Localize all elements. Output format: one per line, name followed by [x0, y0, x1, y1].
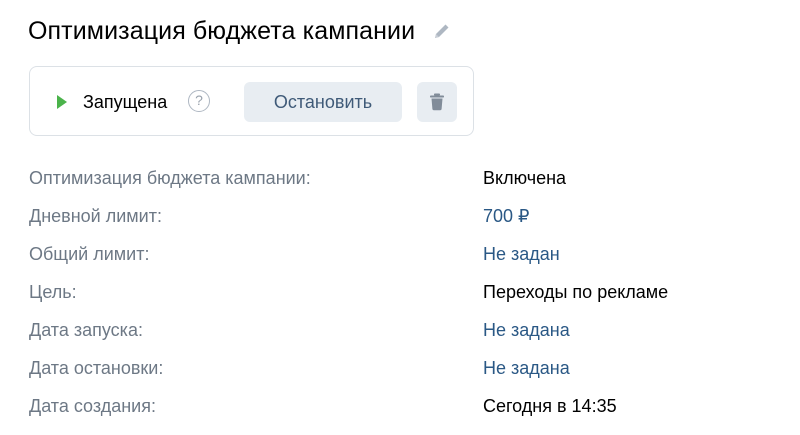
play-icon: [57, 95, 67, 109]
stop-date-link[interactable]: Не задана: [483, 357, 570, 379]
detail-row-daily-limit: Дневной лимит: 700 ₽: [29, 197, 769, 235]
detail-label: Дата создания:: [29, 396, 156, 416]
detail-row-total-limit: Общий лимит: Не задан: [29, 235, 769, 273]
delete-button[interactable]: [417, 82, 457, 122]
detail-row-budget-optimization: Оптимизация бюджета кампании: Включена: [29, 159, 769, 197]
detail-row-created-date: Дата создания: Сегодня в 14:35: [29, 387, 769, 425]
detail-label: Оптимизация бюджета кампании:: [29, 168, 311, 188]
page-title: Оптимизация бюджета кампании: [28, 16, 416, 45]
detail-value: Включена: [483, 168, 567, 188]
edit-title-button[interactable]: [431, 20, 453, 42]
start-date-link[interactable]: Не задана: [483, 319, 570, 341]
trash-icon: [430, 93, 444, 111]
detail-label: Дата запуска:: [29, 320, 143, 340]
detail-row-stop-date: Дата остановки: Не задана: [29, 349, 769, 387]
detail-value: Сегодня в 14:35: [483, 396, 617, 416]
daily-limit-link[interactable]: 700 ₽: [483, 205, 530, 227]
detail-label: Дата остановки:: [29, 358, 164, 378]
status-label: Запущена: [83, 92, 168, 112]
campaign-status-card: Запущена ? Остановить: [29, 66, 474, 136]
detail-value: Переходы по рекламе: [483, 282, 669, 302]
total-limit-link[interactable]: Не задан: [483, 243, 560, 265]
help-icon[interactable]: ?: [188, 90, 210, 112]
page-header: Оптимизация бюджета кампании: [28, 14, 453, 48]
detail-label: Общий лимит:: [29, 244, 150, 264]
detail-row-start-date: Дата запуска: Не задана: [29, 311, 769, 349]
detail-row-goal: Цель: Переходы по рекламе: [29, 273, 769, 311]
campaign-details: Оптимизация бюджета кампании: Включена Д…: [29, 159, 769, 425]
detail-label: Дневной лимит:: [29, 206, 162, 226]
stop-button[interactable]: Остановить: [244, 82, 402, 122]
pencil-icon: [435, 24, 449, 38]
detail-label: Цель:: [29, 282, 77, 302]
